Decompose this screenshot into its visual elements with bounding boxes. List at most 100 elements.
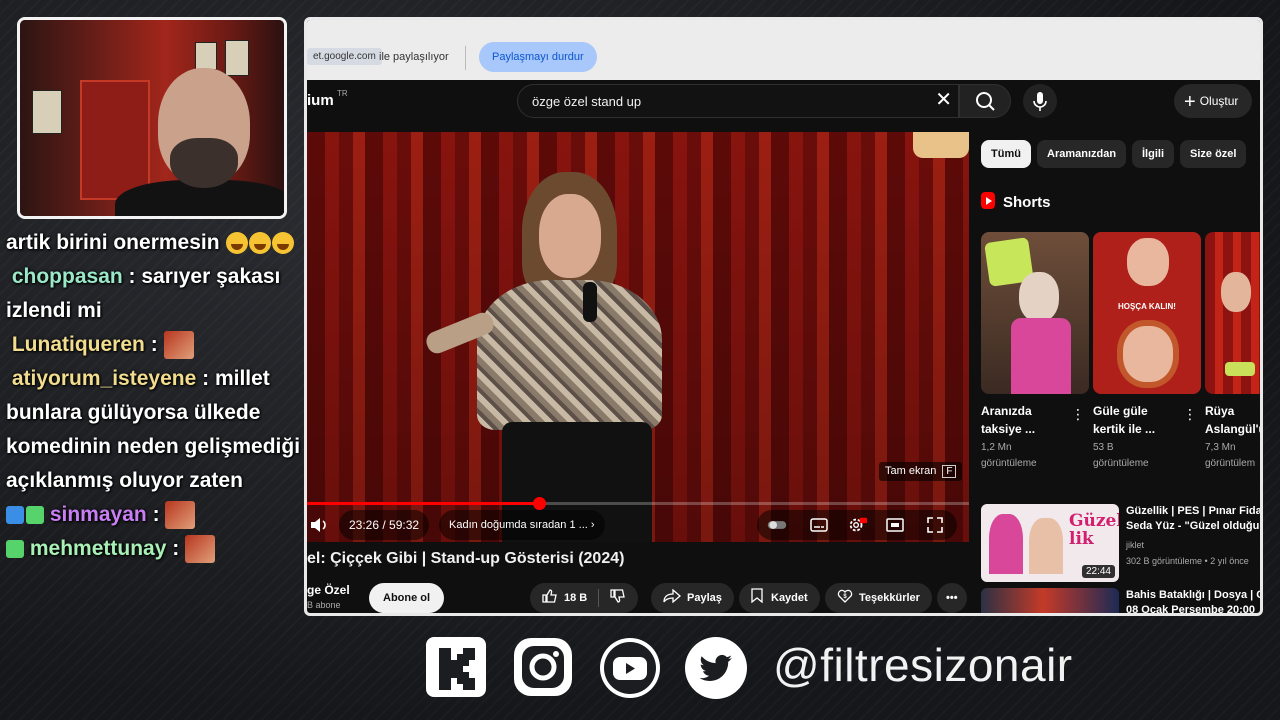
performer-top [477,280,662,430]
short-dress [1011,318,1071,394]
microphone [583,282,597,322]
more-actions-button[interactable]: ••• [937,583,967,613]
chat-username: mehmettunay [29,537,167,560]
short-views: 1,2 Mn görüntüleme [981,440,1091,472]
short-thumbnail [981,232,1089,394]
thumb-person [1029,518,1063,574]
laughing-emoji-icon [226,232,249,255]
shared-screen-window: et.google.com ile paylaşılıyor Paylaşmay… [304,17,1263,616]
subscribe-button[interactable]: Abone ol [369,583,445,613]
bookmark-icon [751,588,763,604]
chip-all[interactable]: Tümü [981,140,1031,168]
progress-scrubber[interactable] [532,497,546,510]
share-arrow-icon [663,588,681,604]
share-button[interactable]: Paylaş [651,583,734,613]
short-views: 7,3 Mn görüntülem [1205,440,1260,472]
thumbs-down-icon[interactable] [610,589,626,603]
youtube-logo[interactable]: ium [307,92,334,109]
chat-message: Lunatiqueren : [6,328,306,362]
search-query: özge özel stand up [532,94,642,109]
short-card[interactable]: Rüya Aslangül'ü 7,3 Mn görüntülem [1205,232,1263,472]
chat-username: atiyorum_isteyene [11,367,197,390]
more-vertical-icon[interactable]: ⋮ [1183,406,1197,423]
chip-related[interactable]: İlgili [1132,140,1174,168]
video-title: Güzellik | PES | Pınar Fidan Seda Yüz - "… [1126,504,1263,534]
chat-message: artik birini onermesin [6,226,306,260]
clear-search-icon[interactable]: ✕ [935,90,952,110]
video-meta: 302 B görüntüleme • 2 yıl önce [1126,556,1249,566]
subtitles-icon[interactable] [809,515,829,535]
region-code: TR [337,89,348,98]
laughing-emoji-icon [272,232,295,255]
short-views: 53 B görüntüleme [1093,440,1203,472]
chat-username: sinmayan [49,503,147,526]
video-title-line: 08 Ocak Perşembe 20:00 [1126,604,1256,616]
video-player[interactable]: Tam ekran F 23:26 / 59:32 Kadın doğumda s… [307,132,969,542]
channel-name[interactable]: ge Özel [307,583,350,597]
short-view-label: görüntülem [1205,458,1256,469]
theater-mode-icon[interactable] [885,515,905,535]
fullscreen-icon[interactable] [925,515,945,535]
search-input[interactable]: özge özel stand up ✕ [517,84,959,118]
search-icon [976,92,995,111]
like-button[interactable]: 18 B [530,583,639,613]
short-card[interactable]: HOŞÇA KALIN! Güle güle kertik ile ... 53 … [1093,232,1203,472]
search-button[interactable] [959,84,1011,118]
short-overlay-text: HOŞÇA KALIN! [1118,302,1176,311]
screen-share-bar: et.google.com ile paylaşılıyor Paylaşmay… [307,20,1260,80]
share-status-text: ile paylaşılıyor [379,51,449,63]
chip-for-you[interactable]: Size özel [1180,140,1247,168]
performer-face [539,194,601,278]
create-button[interactable]: + Oluştur [1174,84,1253,118]
chevron-right-icon: › [590,519,595,531]
sparkle-badge-icon [26,506,44,525]
progress-fill [307,502,539,505]
chip-from-search[interactable]: Aramanızdan [1037,140,1127,168]
settings-gear-icon[interactable] [847,515,867,535]
chat-username: Lunatiqueren [11,333,145,356]
chat-message: sinmayan : [6,498,306,532]
svg-text:$: $ [843,594,847,600]
twitter-logo-icon [684,636,747,699]
emote-icon [163,331,194,360]
laughing-emoji-icon [249,232,272,255]
video-title: el: Çiççek Gibi | Stand-up Gösterisi (20… [307,550,625,567]
streamer-beard [170,138,238,188]
shorts-title: Shorts [1003,194,1051,211]
autoplay-toggle-icon[interactable] [767,515,787,535]
stop-sharing-button[interactable]: Paylaşmayı durdur [479,42,597,72]
chat-overlay: artik birini onermesin choppasan : sarıy… [6,226,306,566]
short-card[interactable]: Aranızda taksiye ... 1,2 Mn görüntüleme ⋮ [981,232,1091,472]
short-person [1123,326,1173,382]
short-title-line: Aslangül'ü [1205,422,1263,436]
short-title-line: Aranızda [981,404,1032,418]
short-title-line: taksiye ... [981,422,1036,436]
chat-message: mehmettunay : [6,532,306,566]
short-view-count: 1,2 Mn [981,442,1012,453]
video-channel[interactable]: jiklet [1126,540,1144,550]
shorts-section-title: Shorts [981,192,1051,211]
player-controls: 23:26 / 59:32 Kadın doğumda sıradan 1 ..… [307,510,969,542]
volume-icon[interactable] [309,515,329,535]
fullscreen-tooltip: Tam ekran F [879,462,963,481]
emote-icon [165,501,196,530]
short-person [1019,272,1059,322]
fullscreen-tooltip-text: Tam ekran [885,465,937,477]
short-title-line: Rüya [1205,404,1235,418]
short-view-count: 7,3 Mn [1205,442,1236,453]
create-label: Oluştur [1199,94,1239,108]
wall-poster [225,40,249,76]
chat-username: choppasan [11,265,123,288]
wall-poster [195,42,217,70]
sparkle-badge-icon [6,540,24,559]
chapter-button[interactable]: Kadın doğumda sıradan 1 ... › [439,510,605,540]
voice-search-button[interactable] [1023,84,1057,118]
like-count: 18 B [564,592,588,604]
more-vertical-icon[interactable]: ⋮ [1071,406,1085,423]
save-button[interactable]: Kaydet [739,583,820,613]
thanks-button[interactable]: $ Teşekkürler [825,583,932,613]
video-title-line: Güzellik | PES | Pınar Fidan [1126,505,1263,517]
youtube-header: ium TR özge özel stand up ✕ + Oluştur [307,80,1260,124]
short-title: Rüya Aslangül'ü [1205,402,1263,438]
super-thanks-icon: $ [837,589,853,603]
